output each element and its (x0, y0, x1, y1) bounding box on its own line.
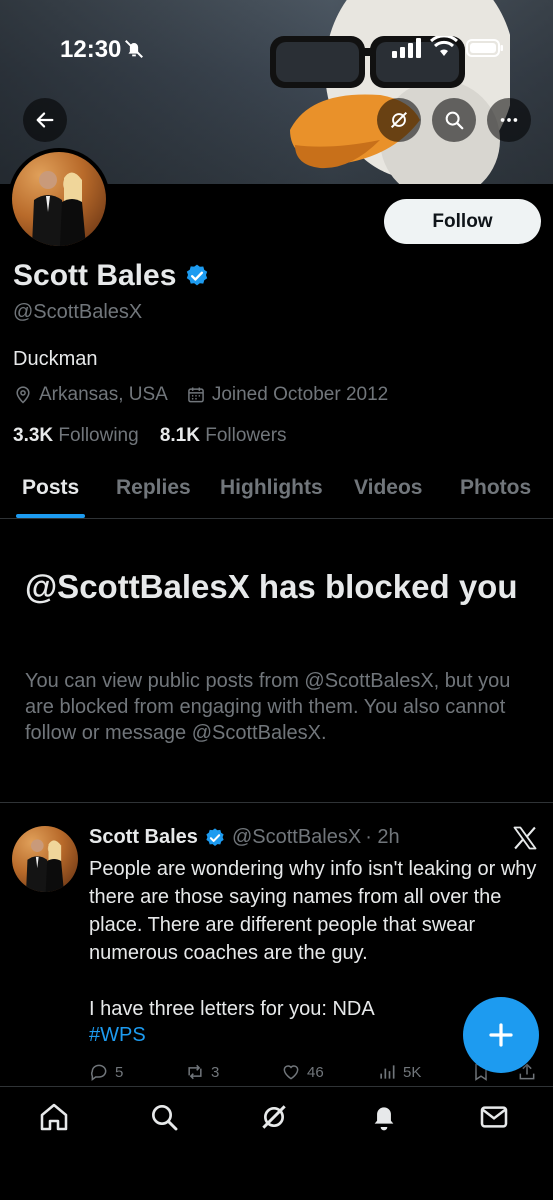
profile-tabs: Posts Replies Highlights Videos Photos (0, 466, 553, 519)
post-header: Scott Bales @ScottBalesX · 2h (89, 826, 400, 849)
repost-icon (188, 1064, 202, 1080)
location-icon (16, 386, 30, 404)
repost-count: 3 (211, 1063, 220, 1081)
post-time: · 2h (365, 826, 400, 848)
search-button[interactable] (432, 98, 476, 142)
bottom-navigation (0, 1086, 553, 1200)
like-button[interactable]: 46 (281, 1062, 324, 1082)
more-icon (500, 118, 518, 122)
like-count: 46 (307, 1063, 324, 1081)
following-link[interactable]: 3.3K Following (13, 425, 139, 446)
nav-messages[interactable] (478, 1101, 514, 1137)
post-hashtag[interactable]: #WPS (89, 1024, 146, 1047)
post-handle[interactable]: @ScottBalesX (232, 826, 361, 849)
tab-photos[interactable]: Photos (460, 476, 531, 500)
avatar-people-illustration (32, 171, 86, 246)
status-bar: 12:30 (0, 0, 553, 100)
cellular-signal-icon (392, 38, 421, 58)
profile-handle: @ScottBalesX (13, 301, 143, 323)
messages-icon (480, 1106, 508, 1128)
search-icon (152, 1105, 178, 1131)
search-icon (445, 111, 464, 130)
avatar-people-illustration (26, 839, 64, 892)
nav-notifications[interactable] (368, 1101, 404, 1137)
reply-button[interactable]: 5 (89, 1062, 123, 1082)
views-button[interactable]: 5K (377, 1062, 421, 1082)
repost-button[interactable]: 3 (185, 1062, 219, 1082)
battery-icon (466, 39, 503, 57)
views-icon (380, 1065, 395, 1079)
calendar-icon (187, 387, 204, 403)
tab-videos[interactable]: Videos (354, 476, 422, 500)
post-author[interactable]: Scott Bales (89, 826, 198, 849)
profile-counts: 3.3K Following 8.1K Followers (13, 425, 287, 447)
tab-posts[interactable]: Posts (22, 476, 79, 500)
blocked-title: @ScottBalesX has blocked you (25, 568, 518, 605)
profile-joined: Joined October 2012 (211, 384, 389, 405)
profile-bio: Duckman (13, 348, 98, 370)
grok-icon (262, 1105, 286, 1129)
profile-meta: Arkansas, USA Joined October 2012 (13, 384, 388, 406)
nav-grok[interactable] (258, 1101, 294, 1137)
following-count: 3.3K (13, 425, 54, 446)
profile-location: Arkansas, USA (39, 384, 168, 405)
followers-link[interactable]: 8.1K Followers (160, 425, 287, 446)
following-label: Following (58, 425, 139, 446)
status-time: 12:30 (60, 36, 122, 63)
grok-button[interactable] (377, 98, 421, 142)
reply-icon (91, 1064, 107, 1081)
home-icon (40, 1103, 68, 1131)
nav-home[interactable] (38, 1101, 74, 1137)
divider (0, 802, 553, 803)
blocked-description: You can view public posts from @ScottBal… (25, 670, 511, 744)
tab-highlights[interactable]: Highlights (220, 476, 323, 500)
nav-search[interactable] (148, 1101, 184, 1137)
grok-icon (390, 111, 408, 129)
plus-icon (489, 1023, 513, 1047)
compose-button[interactable] (463, 997, 539, 1073)
heart-icon (283, 1065, 299, 1080)
active-tab-indicator (16, 514, 85, 518)
profile-name-row: Scott Bales (13, 259, 210, 293)
tab-replies[interactable]: Replies (116, 476, 191, 500)
followers-count: 8.1K (159, 425, 200, 446)
views-count: 5K (403, 1063, 422, 1081)
x-logo-icon (513, 826, 537, 850)
profile-name: Scott Bales (13, 259, 177, 292)
profile-avatar[interactable] (8, 148, 110, 250)
post-text: People are wondering why info isn't leak… (89, 858, 537, 1020)
bell-off-icon (125, 40, 143, 58)
post-avatar[interactable] (12, 826, 78, 892)
post-actions: 5 3 46 5K (89, 1062, 539, 1086)
verified-badge-icon[interactable] (184, 263, 210, 289)
notifications-icon (374, 1107, 394, 1131)
followers-label: Followers (205, 425, 287, 446)
more-button[interactable] (487, 98, 531, 142)
verified-badge-icon (206, 827, 224, 846)
wifi-icon (430, 36, 458, 56)
back-arrow-icon (36, 112, 54, 128)
reply-count: 5 (115, 1063, 124, 1081)
back-button[interactable] (23, 98, 67, 142)
avatar-photo (12, 152, 106, 246)
follow-button[interactable]: Follow (384, 199, 541, 244)
